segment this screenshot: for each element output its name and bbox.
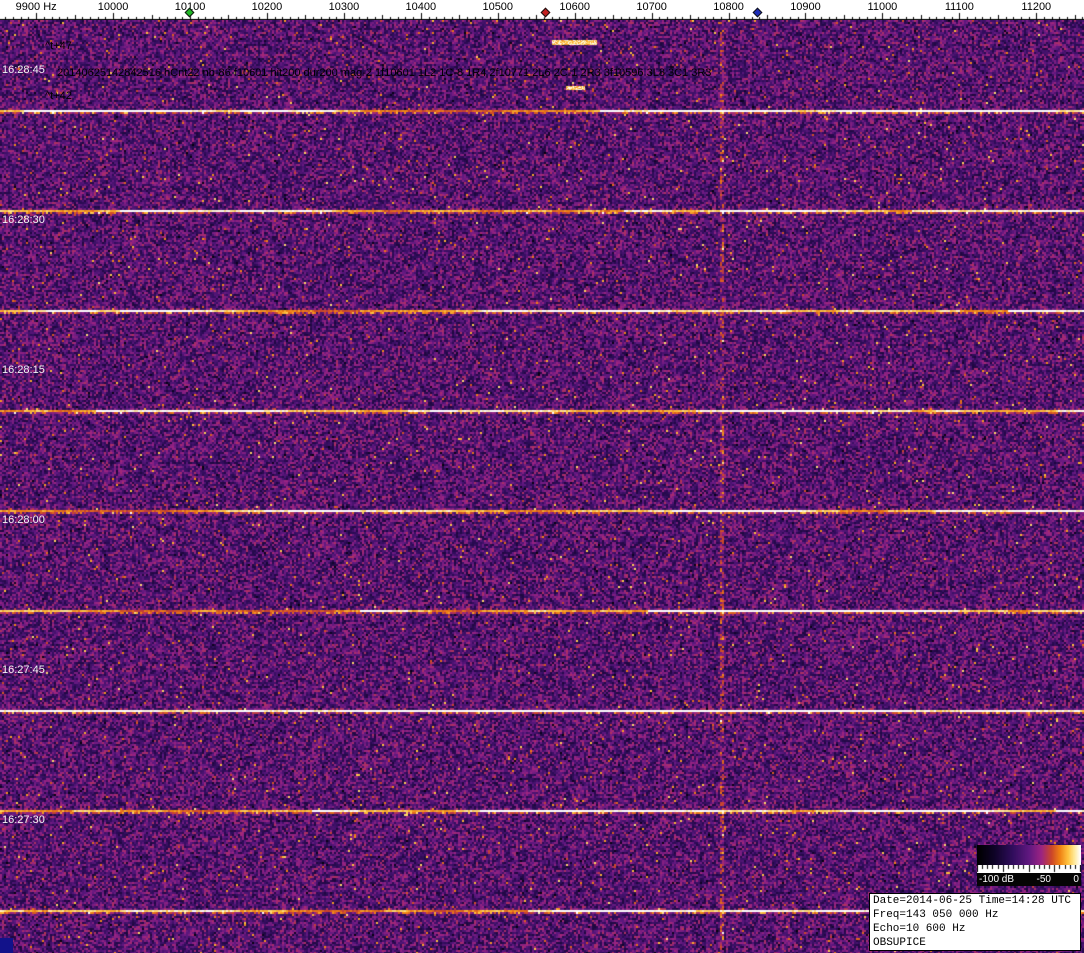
time-tick-label: 16:28:15 — [2, 364, 45, 376]
info-echo-frequency: Echo=10 600 Hz — [873, 923, 966, 935]
detection-log-text: 20140625142842516 hCnt22 nb-86 f10601 hi… — [57, 67, 712, 79]
freq-tick-label: 11200 — [1021, 1, 1052, 13]
colorbar-labels: -100 dB -50 0 — [977, 873, 1081, 886]
freq-tick-label: 10600 — [559, 1, 590, 13]
time-tick-label: 16:27:45 — [2, 664, 45, 676]
info-station-name: OBSUPICE — [873, 937, 926, 949]
time-tick-label: 16:28:30 — [2, 214, 45, 226]
colorbar-gradient — [977, 845, 1081, 865]
freq-tick-label: 11100 — [944, 1, 974, 13]
colorbar-label-min: -100 dB — [979, 874, 1015, 885]
freq-tick-label: 10500 — [482, 1, 514, 13]
freq-tick-label: 10900 — [790, 1, 821, 13]
frequency-ruler: 9900 Hz 10000 10100 10200 10300 10400 10500 106… — [0, 0, 1084, 20]
info-date-time: Date=2014-06-25 Time=14:28 UTC — [873, 895, 1072, 907]
time-tick-label: 16:28:45 — [2, 64, 45, 76]
status-info-box: Date=2014-06-25 Time=14:28 UTC Freq=143 … — [869, 893, 1081, 951]
meteor-spectrogram-window: 9900 Hz 10000 10100 10200 10300 10400 10500 106… — [0, 0, 1084, 953]
spectrogram-canvas — [0, 20, 1084, 953]
freq-tick-label: 11000 — [867, 1, 898, 13]
freq-tick-label: 10200 — [251, 1, 283, 13]
colorbar-label-mid: -50 — [1036, 874, 1051, 885]
freq-tick-label: 10400 — [405, 1, 437, 13]
colorbar-tick-strip — [977, 865, 1081, 873]
time-tick-label: 16:27:30 — [2, 814, 45, 826]
freq-tick-label: 10700 — [636, 1, 667, 13]
freq-tick-label: 10000 — [97, 1, 129, 13]
time-tick-label: 16:28:00 — [2, 514, 45, 526]
colorbar-label-max: 0 — [1073, 874, 1079, 885]
colorbar: -100 dB -50 0 — [977, 845, 1081, 886]
waterfall-area: 16:28:45 16:28:30 16:28:15 16:28:00 16:27:45… — [0, 20, 1084, 953]
echo-time-annotation: ^t+42 — [45, 90, 72, 102]
info-frequency: Freq=143 050 000 Hz — [873, 909, 999, 921]
freq-tick-label: 10300 — [328, 1, 360, 13]
echo-time-annotation: ^t+47 — [45, 40, 72, 52]
freq-tick-label: 10800 — [713, 1, 744, 13]
freq-tick-label: 9900 Hz — [15, 1, 57, 13]
bottom-left-patch — [0, 938, 13, 953]
